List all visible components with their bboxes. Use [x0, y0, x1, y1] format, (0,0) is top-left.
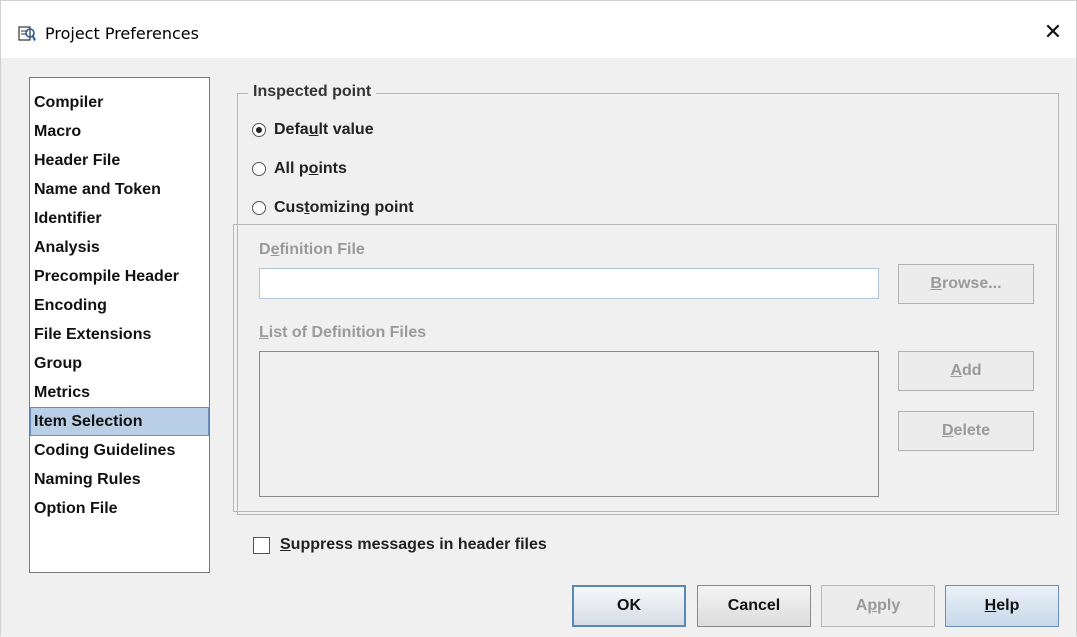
browse-button[interactable]: Browse... — [898, 264, 1034, 304]
category-list[interactable]: Compiler Macro Header File Name and Toke… — [29, 77, 210, 573]
radio-customizing-point-label: Customizing point — [274, 199, 414, 216]
suppress-messages-checkbox[interactable]: Suppress messages in header files — [253, 536, 547, 554]
delete-button[interactable]: Delete — [898, 411, 1034, 451]
dialog-body: Compiler Macro Header File Name and Toke… — [1, 58, 1076, 637]
definition-file-input[interactable] — [259, 268, 879, 299]
browse-button-label: Browse... — [930, 275, 1002, 292]
category-item-encoding[interactable]: Encoding — [30, 291, 209, 320]
customizing-panel: Definition File Browse... List of Defini… — [233, 224, 1057, 512]
add-button-label: Add — [950, 362, 982, 379]
apply-button-label: Apply — [855, 597, 901, 614]
category-item-header-file[interactable]: Header File — [30, 146, 209, 175]
ok-button[interactable]: OK — [572, 585, 686, 627]
category-item-compiler[interactable]: Compiler — [30, 88, 209, 117]
category-item-item-selection[interactable]: Item Selection — [30, 407, 209, 436]
category-item-coding-guidelines[interactable]: Coding Guidelines — [30, 436, 209, 465]
definition-file-label: Definition File — [259, 241, 365, 258]
category-item-group[interactable]: Group — [30, 349, 209, 378]
close-button[interactable]: ✕ — [1030, 13, 1076, 51]
help-button-label: Help — [984, 597, 1020, 614]
radio-all-points[interactable]: All points — [252, 160, 347, 178]
help-button[interactable]: Help — [945, 585, 1059, 627]
category-item-name-and-token[interactable]: Name and Token — [30, 175, 209, 204]
delete-button-label: Delete — [941, 422, 991, 439]
definition-files-list[interactable] — [259, 351, 879, 497]
radio-default-value[interactable]: Default value — [252, 121, 374, 139]
suppress-messages-checkbox-box[interactable] — [253, 536, 270, 554]
definition-files-list-label: List of Definition Files — [259, 324, 427, 341]
window-title: Project Preferences — [45, 24, 199, 43]
category-item-option-file[interactable]: Option File — [30, 494, 209, 523]
category-item-identifier[interactable]: Identifier — [30, 204, 209, 233]
radio-default-value-label: Default value — [274, 121, 374, 138]
radio-default-value-indicator[interactable] — [252, 123, 266, 137]
radio-customizing-point-indicator[interactable] — [252, 201, 266, 215]
radio-all-points-indicator[interactable] — [252, 162, 266, 176]
category-item-naming-rules[interactable]: Naming Rules — [30, 465, 209, 494]
category-item-metrics[interactable]: Metrics — [30, 378, 209, 407]
cancel-button[interactable]: Cancel — [697, 585, 811, 627]
title-bar: Project Preferences ✕ — [1, 1, 1076, 58]
radio-all-points-label: All points — [274, 160, 347, 177]
category-item-macro[interactable]: Macro — [30, 117, 209, 146]
preferences-icon — [18, 26, 36, 41]
category-item-analysis[interactable]: Analysis — [30, 233, 209, 262]
add-button[interactable]: Add — [898, 351, 1034, 391]
project-preferences-dialog: Project Preferences ✕ Compiler Macro Hea… — [0, 0, 1077, 637]
category-item-precompile-header[interactable]: Precompile Header — [30, 262, 209, 291]
apply-button[interactable]: Apply — [821, 585, 935, 627]
category-item-file-extensions[interactable]: File Extensions — [30, 320, 209, 349]
radio-customizing-point[interactable]: Customizing point — [252, 199, 414, 217]
suppress-messages-label: Suppress messages in header files — [280, 536, 547, 553]
close-icon: ✕ — [1043, 19, 1063, 44]
inspected-point-legend: Inspected point — [248, 83, 377, 101]
